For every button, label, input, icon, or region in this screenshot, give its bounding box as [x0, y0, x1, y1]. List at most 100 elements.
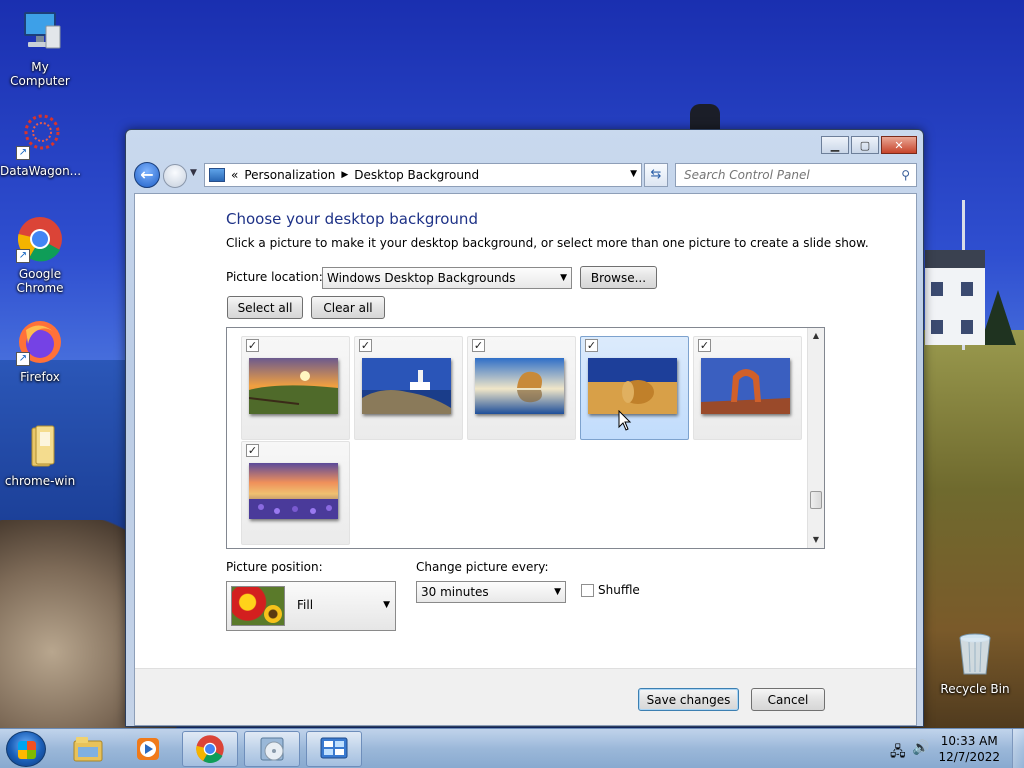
- firefox-icon: ↗: [16, 318, 64, 366]
- chrome-icon: [196, 735, 224, 763]
- shuffle-checkbox[interactable]: Shuffle: [581, 583, 640, 597]
- refresh-button[interactable]: ⇆: [644, 163, 668, 187]
- taskbar-media-player[interactable]: [120, 731, 176, 767]
- shortcut-arrow-icon: ↗: [16, 249, 30, 263]
- breadcrumb-personalization[interactable]: Personalization: [244, 168, 335, 182]
- desktop-icon-my-computer[interactable]: My Computer: [0, 8, 80, 88]
- shortcut-arrow-icon: ↗: [16, 146, 30, 160]
- picture-location-value: Windows Desktop Backgrounds: [327, 271, 516, 285]
- desktop-icon-label: Recycle Bin: [940, 682, 1010, 696]
- desktop-icon-label: Google Chrome: [16, 267, 64, 295]
- sunset-fence-image: [249, 358, 338, 414]
- dialog-footer: Save changes Cancel: [135, 668, 916, 725]
- search-box[interactable]: ⚲: [675, 163, 917, 187]
- desktop-icon-chrome-win[interactable]: chrome-win: [0, 422, 80, 488]
- address-dropdown-icon[interactable]: ▼: [630, 169, 637, 179]
- clock[interactable]: 10:33 AM 12/7/2022: [938, 733, 1000, 765]
- thumbnail-checkbox[interactable]: ✓: [585, 339, 598, 352]
- lupine-lake-sunset-image: [249, 463, 338, 519]
- show-desktop-button[interactable]: [1012, 729, 1024, 768]
- picture-location-select[interactable]: Windows Desktop Backgrounds ▼: [322, 267, 572, 289]
- rock-reflection-image: [475, 358, 564, 414]
- minimize-button[interactable]: ▁: [821, 136, 849, 154]
- thumbnail-checkbox[interactable]: ✓: [698, 339, 711, 352]
- thumbnail-checkbox[interactable]: ✓: [472, 339, 485, 352]
- thumbnail-lupine-lake-sunset[interactable]: ✓: [241, 441, 350, 545]
- taskbar-control-panel[interactable]: [306, 731, 362, 767]
- select-all-button[interactable]: Select all: [227, 296, 303, 319]
- save-changes-button[interactable]: Save changes: [638, 688, 739, 711]
- caption-buttons: ▁ ▢ ✕: [819, 136, 917, 154]
- folder-icon: [16, 422, 64, 470]
- desktop-icon-label: chrome-win: [4, 474, 76, 488]
- breadcrumb-separator-icon[interactable]: ▶: [341, 170, 348, 180]
- picture-location-label: Picture location:: [226, 270, 323, 284]
- datawagon-icon: ↗: [16, 112, 64, 160]
- change-picture-label: Change picture every:: [416, 560, 549, 574]
- checkbox-box[interactable]: [581, 583, 594, 597]
- back-button[interactable]: ←: [134, 162, 160, 188]
- taskbar-explorer[interactable]: [60, 731, 116, 767]
- scrollbar-thumb[interactable]: [810, 491, 822, 509]
- computer-icon: [16, 8, 64, 56]
- clock-date: 12/7/2022: [938, 750, 1000, 764]
- navigation-bar: ← ▼ « Personalization ▶ Desktop Backgrou…: [134, 162, 917, 190]
- thumbnail-sunset-fence[interactable]: ✓: [241, 336, 350, 440]
- chevron-down-icon: ▼: [560, 273, 567, 283]
- desktop-icon-firefox[interactable]: ↗ Firefox: [0, 318, 80, 384]
- cancel-button[interactable]: Cancel: [751, 688, 825, 711]
- control-panel-icon: [209, 168, 225, 182]
- breadcrumb-desktop-background[interactable]: Desktop Background: [354, 168, 479, 182]
- taskbar-installer[interactable]: [244, 731, 300, 767]
- control-panel-icon: [320, 737, 348, 759]
- picture-position-select[interactable]: Fill ▼: [226, 581, 396, 631]
- recent-pages-dropdown[interactable]: ▼: [190, 168, 197, 178]
- shuffle-label: Shuffle: [598, 583, 640, 597]
- forward-button[interactable]: [163, 164, 187, 188]
- page-description: Click a picture to make it your desktop …: [226, 236, 869, 250]
- desktop-icon-recycle-bin[interactable]: Recycle Bin: [935, 630, 1015, 696]
- maximize-button[interactable]: ▢: [851, 136, 879, 154]
- change-picture-interval-select[interactable]: 30 minutes ▼: [416, 581, 566, 603]
- chevron-down-icon: ▼: [554, 587, 561, 597]
- picture-position-label: Picture position:: [226, 560, 323, 574]
- close-button[interactable]: ✕: [881, 136, 917, 154]
- thumbnail-checkbox[interactable]: ✓: [359, 339, 372, 352]
- desktop-background-window: ▁ ▢ ✕ ← ▼ « Personalization ▶ Desktop Ba…: [125, 129, 924, 727]
- scroll-up-icon[interactable]: ▲: [808, 328, 824, 344]
- wallpaper-house: [925, 250, 985, 345]
- hay-bale-field-image: [588, 358, 677, 414]
- desktop-icon-label: Firefox: [20, 370, 60, 384]
- thumbnail-lighthouse-coast[interactable]: ✓: [354, 336, 463, 440]
- address-overflow[interactable]: «: [231, 168, 238, 182]
- thumbnail-red-rock-arch[interactable]: ✓: [693, 336, 802, 440]
- windows-logo-icon: [18, 741, 36, 759]
- browse-button[interactable]: Browse...: [580, 266, 657, 289]
- network-icon[interactable]: 🖧: [890, 741, 906, 765]
- wallpaper-lighthouse: [690, 104, 720, 130]
- gallery-scrollbar[interactable]: ▲ ▼: [807, 328, 824, 548]
- shortcut-arrow-icon: ↗: [16, 352, 30, 366]
- scroll-down-icon[interactable]: ▼: [808, 532, 824, 548]
- taskbar-chrome[interactable]: [182, 731, 238, 767]
- thumbnail-checkbox[interactable]: ✓: [246, 339, 259, 352]
- chevron-down-icon: ▼: [383, 600, 390, 610]
- media-player-icon: [137, 738, 159, 760]
- thumbnail-checkbox[interactable]: ✓: [246, 444, 259, 457]
- recycle-bin-icon: [951, 630, 999, 678]
- clear-all-button[interactable]: Clear all: [311, 296, 385, 319]
- start-button[interactable]: [6, 731, 46, 767]
- volume-icon[interactable]: 🔊: [912, 740, 929, 756]
- change-picture-value: 30 minutes: [421, 585, 489, 599]
- address-bar[interactable]: « Personalization ▶ Desktop Background ▼: [204, 163, 642, 187]
- thumbnail-rock-reflection[interactable]: ✓: [467, 336, 576, 440]
- search-input[interactable]: [676, 164, 886, 186]
- search-icon[interactable]: ⚲: [901, 168, 910, 182]
- thumbnail-hay-bale-field[interactable]: ✓: [580, 336, 689, 440]
- desktop-icon-datawagon[interactable]: ↗ DataWagon...: [0, 112, 81, 178]
- desktop-icon-google-chrome[interactable]: ↗ Google Chrome: [0, 215, 80, 295]
- picture-position-value: Fill: [297, 598, 314, 612]
- clock-time: 10:33 AM: [940, 734, 998, 748]
- desktop-icon-label: My Computer: [10, 60, 70, 88]
- install-disc-icon: [260, 737, 284, 761]
